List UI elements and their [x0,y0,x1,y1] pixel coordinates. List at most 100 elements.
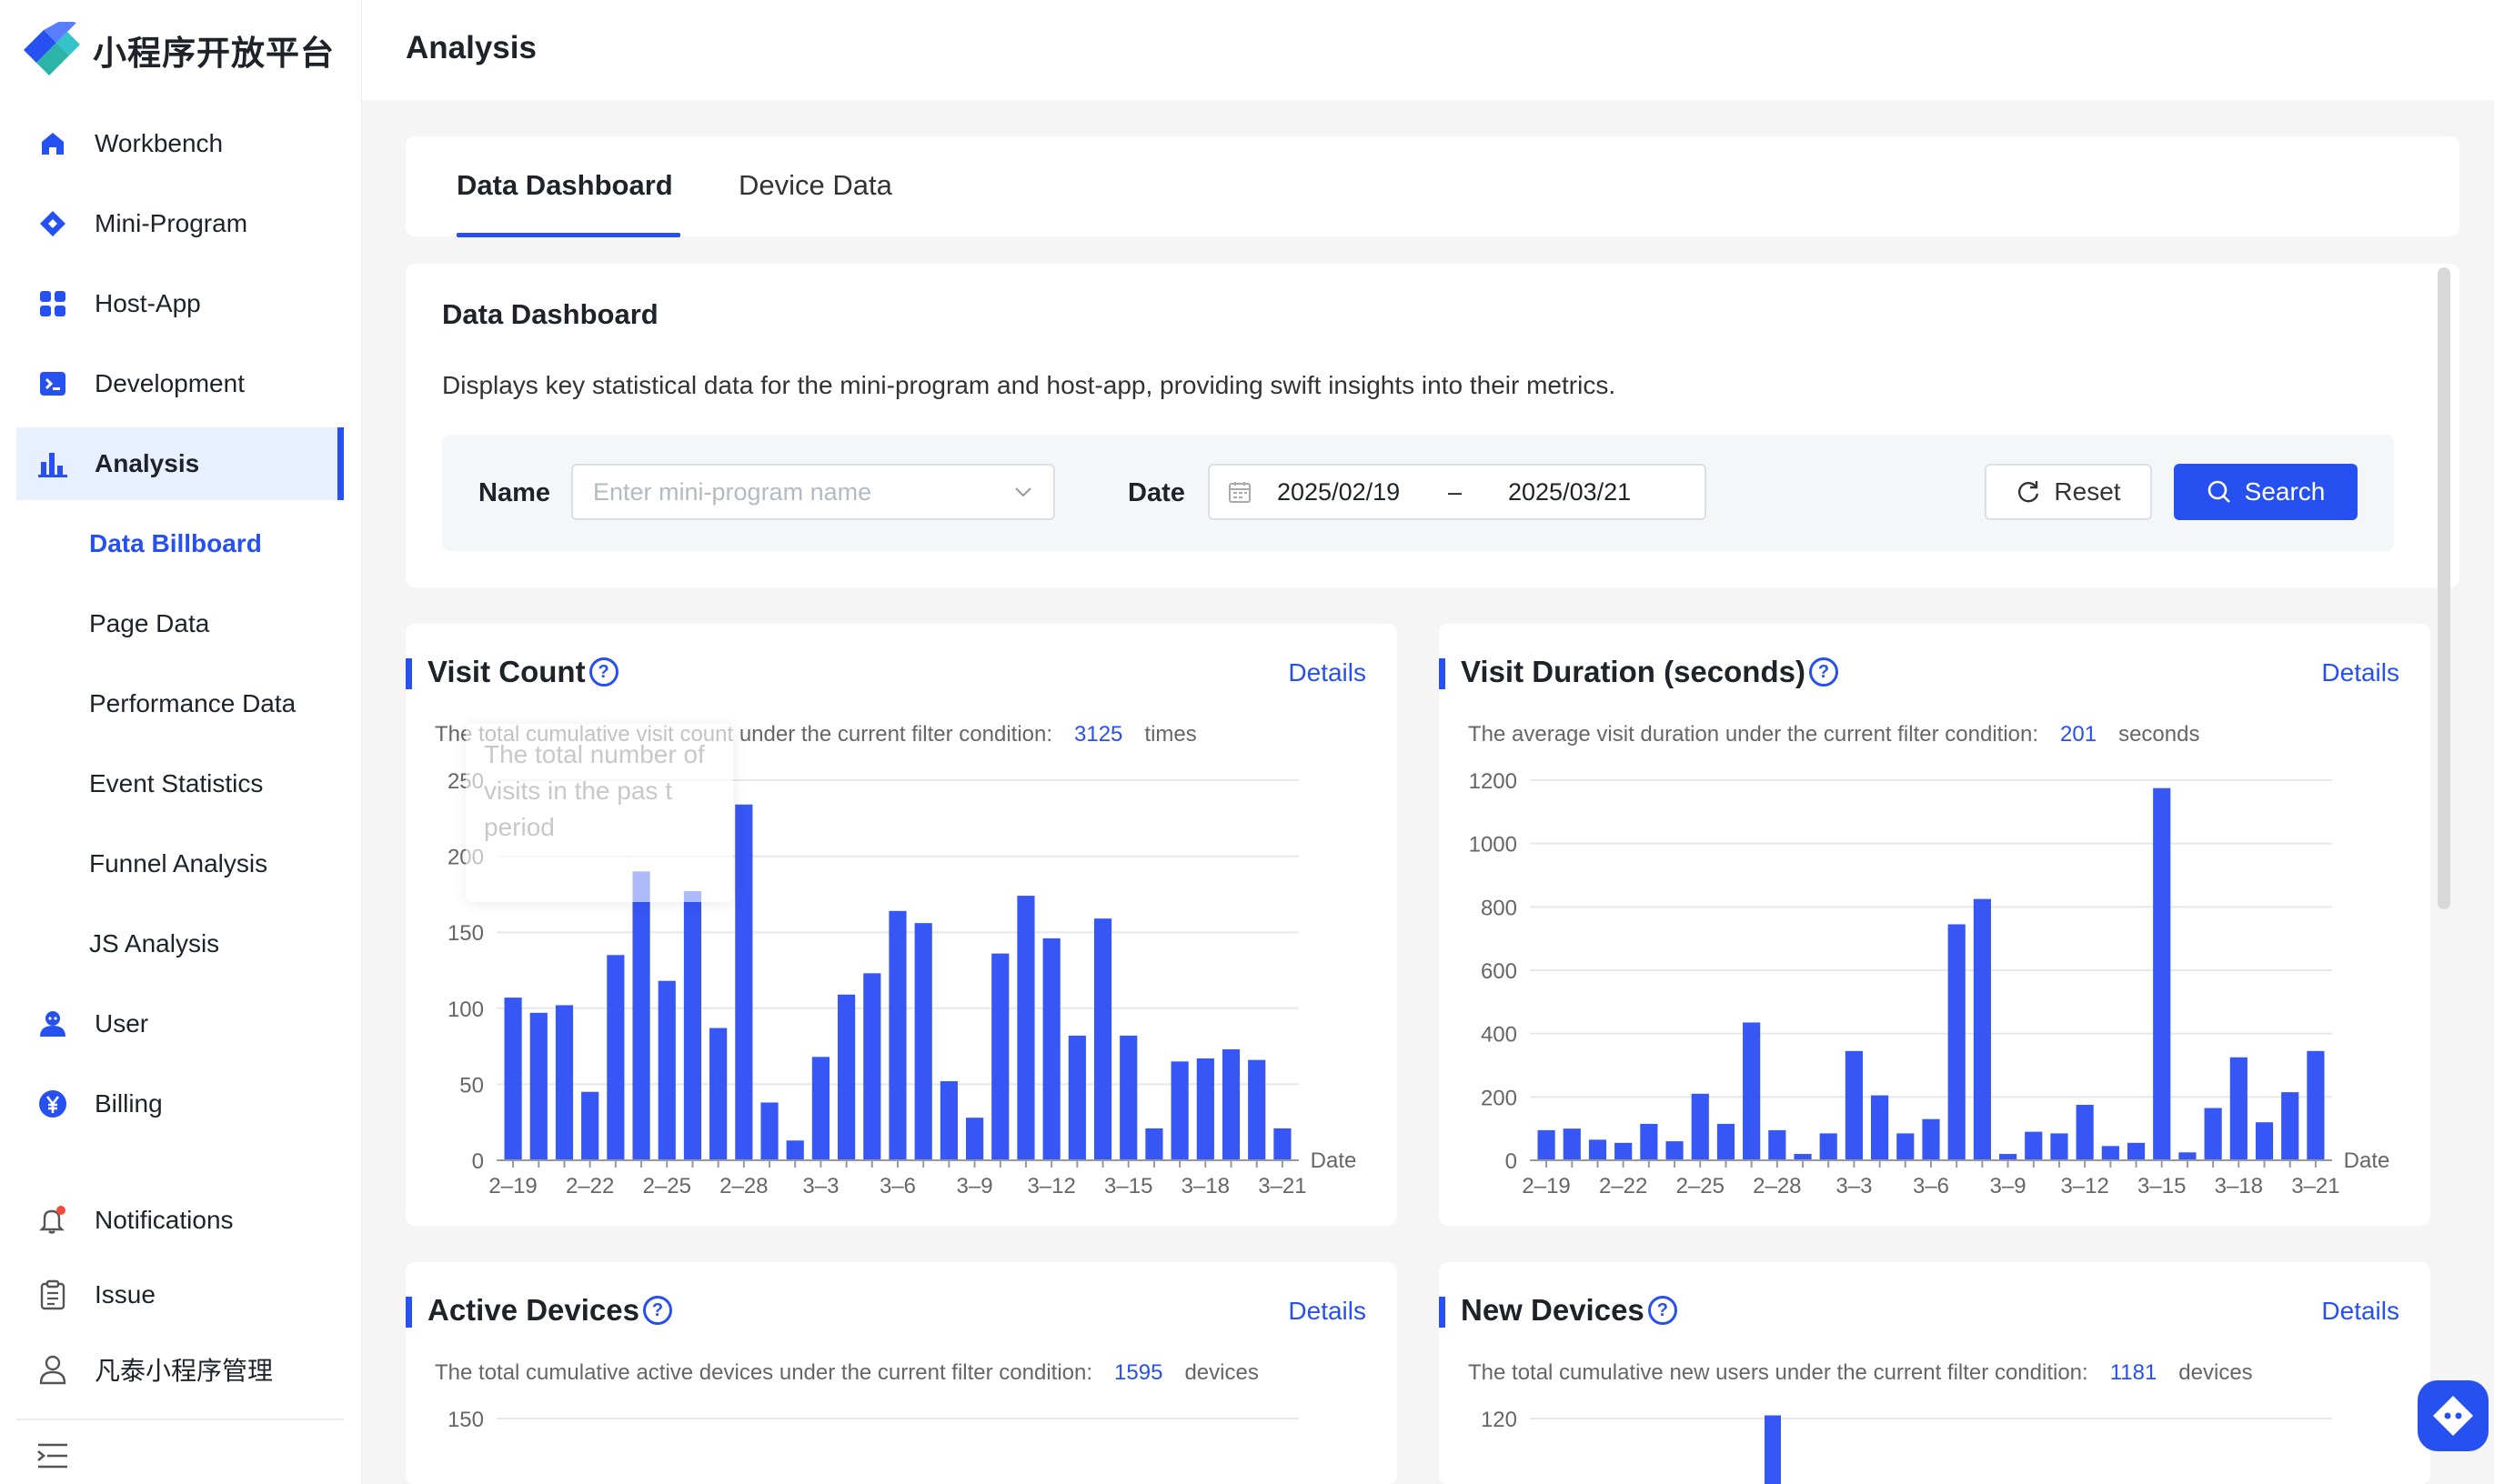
bar [1222,1048,1241,1160]
bar [1794,1154,1812,1160]
topbar: Analysis [362,0,2494,100]
sidebar-sub-page-data[interactable]: Page Data [89,609,209,638]
dashboard-description: Displays key statistical data for the mi… [442,371,1616,399]
bar-chart-icon [36,447,69,480]
y-tick-label: 200 [1481,1086,1517,1110]
tab-active-indicator [457,233,680,237]
sidebar-divider [16,1419,344,1420]
sidebar-item-billing[interactable]: Billing [16,1068,344,1140]
x-axis-label: Date [1311,1148,1357,1173]
collapse-menu-icon[interactable] [36,1442,69,1474]
bar [607,955,625,1160]
bar [1563,1128,1581,1160]
x-axis-label: Date [2344,1148,2390,1173]
sidebar-sub-data-billboard[interactable]: Data Billboard [89,529,262,558]
bar [1042,938,1061,1160]
bar [1248,1059,1266,1160]
sidebar-item-label: Billing [95,1089,163,1118]
sidebar-item-notifications[interactable]: Notifications [16,1184,344,1257]
bar [1743,1022,1761,1160]
visit-duration-card: Visit Duration (seconds) ? Details The a… [1439,624,2430,1226]
dashboard-card: Data Dashboard Displays key statistical … [406,264,2459,587]
sidebar-item-host-app[interactable]: Host-App [16,267,344,340]
bar [735,804,753,1160]
mini-program-select[interactable]: Enter mini-program name [571,464,1055,520]
y-tick-label: 0 [1505,1149,1517,1174]
bar [786,1140,804,1160]
x-tick-label: 2–22 [566,1174,614,1198]
bar [1998,1154,2017,1160]
sidebar-sub-funnel-analysis[interactable]: Funnel Analysis [89,849,267,878]
sidebar-item-development[interactable]: Development [16,347,344,420]
x-tick-label: 3–3 [1835,1174,1872,1198]
bar [709,1028,728,1160]
bar [581,1091,599,1160]
bar [1614,1142,1633,1160]
date-range-picker[interactable]: 2025/02/19 – 2025/03/21 [1208,464,1706,520]
scrollbar[interactable] [2438,267,2450,909]
assistant-button[interactable] [2418,1380,2489,1451]
bar [863,973,881,1160]
refresh-icon [2018,481,2039,503]
bar [1947,924,1966,1160]
x-tick-label: 2–25 [1676,1174,1725,1198]
bar [1640,1123,1658,1160]
bar [1768,1129,1786,1160]
sidebar-item-workbench[interactable]: Workbench [16,107,344,180]
sidebar-sub-performance-data[interactable]: Performance Data [89,689,296,718]
search-icon [2207,480,2230,503]
person-icon [36,1353,69,1386]
search-label: Search [2244,477,2326,506]
bar [965,1118,984,1160]
bar [1588,1139,1607,1160]
bar [1017,896,1035,1160]
bar [914,923,932,1160]
bar [683,891,702,1160]
bar [2178,1152,2197,1160]
bell-icon [36,1204,69,1237]
sidebar-item-label: Mini-Program [95,209,248,237]
sidebar-sub-event-statistics[interactable]: Event Statistics [89,769,263,798]
sidebar-item-label: Analysis [95,449,200,477]
bar [1819,1133,1837,1160]
x-tick-label: 3–15 [1104,1174,1152,1198]
reset-button[interactable]: Reset [1985,464,2152,520]
y-tick-label: 800 [1481,896,1517,920]
x-tick-label: 3–6 [880,1174,916,1198]
select-placeholder: Enter mini-program name [593,478,872,506]
bar [991,953,1010,1160]
bar [889,910,907,1160]
sidebar-item-issue[interactable]: Issue [16,1258,344,1331]
bar [658,980,676,1160]
bar [760,1102,779,1160]
y-tick-label: 600 [1481,959,1517,984]
search-button[interactable]: Search [2174,464,2358,520]
bar [811,1057,830,1160]
tab-data-dashboard[interactable]: Data Dashboard [457,169,673,202]
sidebar-item-account[interactable]: 凡泰小程序管理 [16,1333,344,1406]
x-tick-label: 3–6 [1913,1174,1949,1198]
bar [1171,1061,1189,1160]
bar [1273,1128,1292,1160]
x-tick-label: 3–21 [2291,1174,2339,1198]
bar [1716,1123,1735,1160]
sidebar-item-label: Issue [95,1280,156,1309]
active-devices-chart: 150 [448,1408,1299,1432]
sidebar-sub-js-analysis[interactable]: JS Analysis [89,929,219,958]
date-end-input[interactable]: 2025/03/21 [1508,478,1631,506]
clipboard-icon [36,1278,69,1311]
y-tick-label: 400 [1481,1023,1517,1048]
filter-bar: Name Enter mini-program name Date 2025/0… [442,435,2394,551]
tab-device-data[interactable]: Device Data [739,169,892,202]
sidebar-item-label: Host-App [95,289,201,317]
sidebar-item-analysis[interactable]: Analysis [16,427,344,500]
sidebar-item-label: Workbench [95,129,224,157]
date-start-input[interactable]: 2025/02/19 [1277,478,1400,506]
x-tick-label: 3–3 [802,1174,839,1198]
app-logo[interactable]: 小程序开放平台 [20,19,335,80]
y-tick-label: 0 [472,1149,484,1174]
sidebar-item-label: 凡泰小程序管理 [95,1356,274,1386]
sidebar-item-user[interactable]: User [16,988,344,1060]
x-tick-label: 3–12 [1027,1174,1075,1198]
sidebar-item-mini-program[interactable]: Mini-Program [16,187,344,260]
